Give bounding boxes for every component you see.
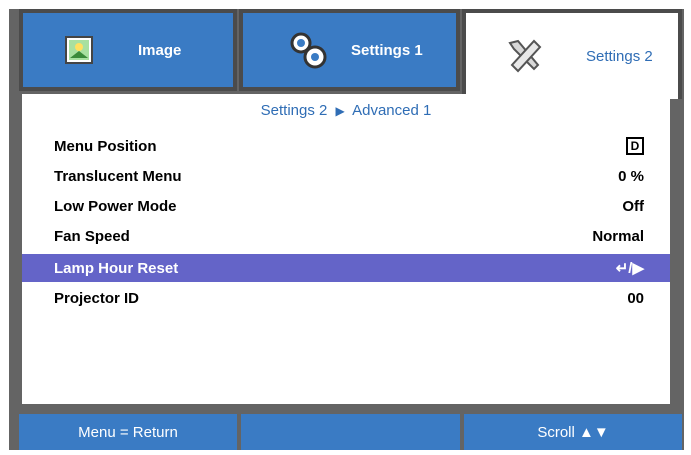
footer-menu-return: Menu = Return xyxy=(19,414,237,450)
menu-row-label: Low Power Mode xyxy=(54,197,177,215)
footer-scroll: Scroll ▲▼ xyxy=(464,414,682,450)
footer-scroll-label: Scroll ▲▼ xyxy=(537,423,609,441)
tab-settings-1[interactable]: Settings 1 xyxy=(239,9,460,91)
tab-settings-1-label: Settings 1 xyxy=(351,41,423,59)
menu-row-low-power-mode[interactable]: Low Power Mode Off xyxy=(22,192,670,220)
footer-middle xyxy=(241,414,460,450)
breadcrumb-current: Advanced 1 xyxy=(352,102,432,119)
menu-row-label: Fan Speed xyxy=(54,227,130,245)
menu-row-projector-id[interactable]: Projector ID 00 xyxy=(22,284,670,312)
menu-row-label: Translucent Menu xyxy=(54,167,182,185)
menu-position-icon: D xyxy=(626,137,644,155)
breadcrumb: Settings 2 ▶ Advanced 1 xyxy=(22,102,670,119)
breadcrumb-parent: Settings 2 xyxy=(260,102,328,119)
menu-row-value: Off xyxy=(622,197,644,215)
tab-settings-2[interactable]: Settings 2 xyxy=(462,9,682,99)
menu-row-label: Projector ID xyxy=(54,289,140,307)
menu-row-fan-speed[interactable]: Fan Speed Normal xyxy=(22,222,670,250)
menu-row-value: 0 % xyxy=(618,167,644,185)
menu-row-value: 00 xyxy=(627,289,644,307)
menu-row-label: Lamp Hour Reset xyxy=(54,259,179,277)
tab-image-label: Image xyxy=(138,41,182,59)
gears-icon xyxy=(285,31,331,69)
tools-icon xyxy=(504,35,546,77)
footer-menu-return-label: Menu = Return xyxy=(78,423,178,441)
enter-arrow-icon: ↵/▶ xyxy=(615,260,644,277)
menu-row-value: Normal xyxy=(592,227,644,245)
menu-content: Settings 2 ▶ Advanced 1 Menu Position D … xyxy=(22,94,670,404)
menu-row-translucent-menu[interactable]: Translucent Menu 0 % xyxy=(22,162,670,190)
breadcrumb-separator-icon: ▶ xyxy=(335,104,345,118)
image-icon xyxy=(65,36,93,64)
menu-row-lamp-hour-reset[interactable]: Lamp Hour Reset ↵/▶ xyxy=(22,254,670,282)
tab-settings-2-label: Settings 2 xyxy=(586,47,653,65)
menu-row-label: Menu Position xyxy=(54,137,157,155)
menu-row-menu-position[interactable]: Menu Position D xyxy=(22,132,670,160)
tab-image[interactable]: Image xyxy=(19,9,237,91)
